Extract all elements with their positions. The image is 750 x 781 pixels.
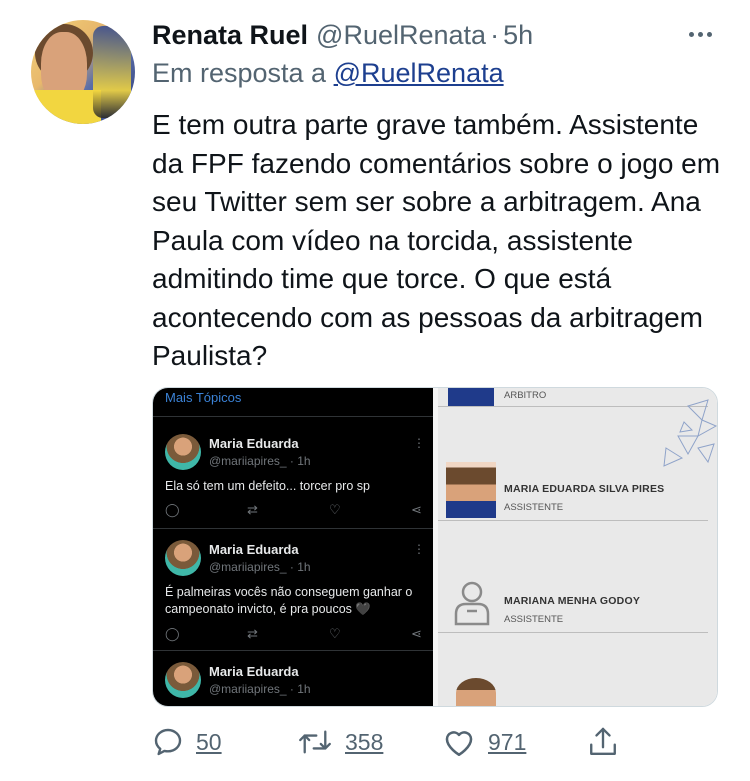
like-count[interactable]: 971 — [488, 729, 526, 756]
section-title: Mais Tópicos — [165, 390, 242, 405]
mini-avatar — [165, 662, 201, 698]
tweet-media[interactable]: Mais Tópicos Maria Eduarda @mariiapires_… — [152, 387, 718, 707]
header-separator: · — [490, 19, 500, 50]
person-placeholder-icon — [454, 581, 490, 626]
assistant-photo — [446, 462, 496, 518]
mini-text: É palmeiras vocês não conseguem ganhar o… — [165, 585, 413, 616]
like-button[interactable]: 971 — [442, 720, 526, 764]
top-role: ARBITRO — [504, 390, 547, 401]
next-person-photo — [456, 678, 496, 706]
share-button[interactable] — [587, 720, 619, 764]
mini-tweet: Maria Eduarda @mariiapires_ · 1h ⋮ Ela s… — [153, 418, 433, 538]
person-name: MARIA EDUARDA SILVA PIRES — [504, 483, 665, 495]
reply-button[interactable]: 50 — [152, 720, 222, 764]
author-name[interactable]: Renata Ruel — [152, 20, 308, 51]
share-icon — [590, 727, 616, 755]
mini-tweet: Maria Eduarda @mariiapires_ · 1h ⋮ É pal… — [153, 526, 433, 646]
retweet-count[interactable]: 358 — [345, 729, 383, 756]
mini-text: Ela só tem um defeito... torcer pro sp — [165, 479, 370, 493]
avatar-shirt — [31, 90, 101, 124]
mini-avatar — [165, 434, 201, 470]
action-bar: 50 358 971 — [152, 720, 732, 764]
mini-actions: ◯ ⇄ ♡ ⋖ — [165, 502, 427, 518]
reply-context: Em resposta a @RuelRenata — [152, 58, 504, 89]
reply-count[interactable]: 50 — [196, 729, 222, 756]
reply-prefix: Em resposta a — [152, 58, 327, 88]
row-divider — [438, 632, 708, 633]
mini-name: Maria Eduarda — [209, 664, 299, 679]
mini-more-icon: ⋮ — [413, 542, 425, 556]
author-handle[interactable]: @RuelRenata — [316, 20, 486, 51]
retweet-icon — [299, 730, 331, 754]
reply-icon — [154, 728, 182, 756]
mini-reply-icon: ◯ — [165, 626, 180, 641]
more-icon[interactable] — [682, 20, 718, 48]
decor-triangles-icon — [663, 399, 717, 467]
author-avatar[interactable] — [31, 20, 135, 124]
mini-avatar — [165, 540, 201, 576]
tweet-header: Renata Ruel @RuelRenata · 5h — [152, 18, 533, 52]
mini-actions: ◯ ⇄ ♡ ⋖ — [165, 626, 427, 642]
like-icon — [445, 731, 473, 757]
mini-handle: @mariiapires_ · 1h — [209, 682, 311, 696]
mini-share-icon: ⋖ — [411, 502, 422, 517]
media-screenshot-left: Mais Tópicos Maria Eduarda @mariiapires_… — [153, 388, 433, 706]
media-screenshot-right: ARBITRO MARIA EDUARDA SILVA PIRES ASSIST… — [438, 388, 717, 706]
row-divider — [438, 520, 708, 521]
mini-name: Maria Eduarda — [209, 436, 299, 451]
mini-share-icon: ⋖ — [411, 626, 422, 641]
tweet-text: E tem outra parte grave também. Assisten… — [152, 109, 721, 371]
retweet-button[interactable]: 358 — [297, 720, 383, 764]
mini-like-icon: ♡ — [329, 626, 341, 641]
person-role: ASSISTENTE — [504, 502, 564, 513]
mini-retweet-icon: ⇄ — [247, 626, 258, 641]
tweet-time[interactable]: 5h — [503, 20, 533, 51]
mini-like-icon: ♡ — [329, 502, 341, 517]
mini-name: Maria Eduarda — [209, 542, 299, 557]
top-photo-fragment — [448, 388, 494, 406]
mini-more-icon: ⋮ — [413, 436, 425, 450]
person-name: MARIANA MENHA GODOY — [504, 595, 641, 607]
reply-to-link[interactable]: @RuelRenata — [334, 58, 504, 88]
mini-handle: @mariiapires_ · 1h — [209, 560, 311, 574]
mini-handle: @mariiapires_ · 1h — [209, 454, 311, 468]
mini-reply-icon: ◯ — [165, 502, 180, 517]
mini-retweet-icon: ⇄ — [247, 502, 258, 517]
mini-tweet: Maria Eduarda @mariiapires_ · 1h — [153, 650, 433, 706]
person-role: ASSISTENTE — [504, 614, 564, 625]
divider — [153, 416, 433, 417]
avatar-second-photo — [93, 26, 131, 118]
